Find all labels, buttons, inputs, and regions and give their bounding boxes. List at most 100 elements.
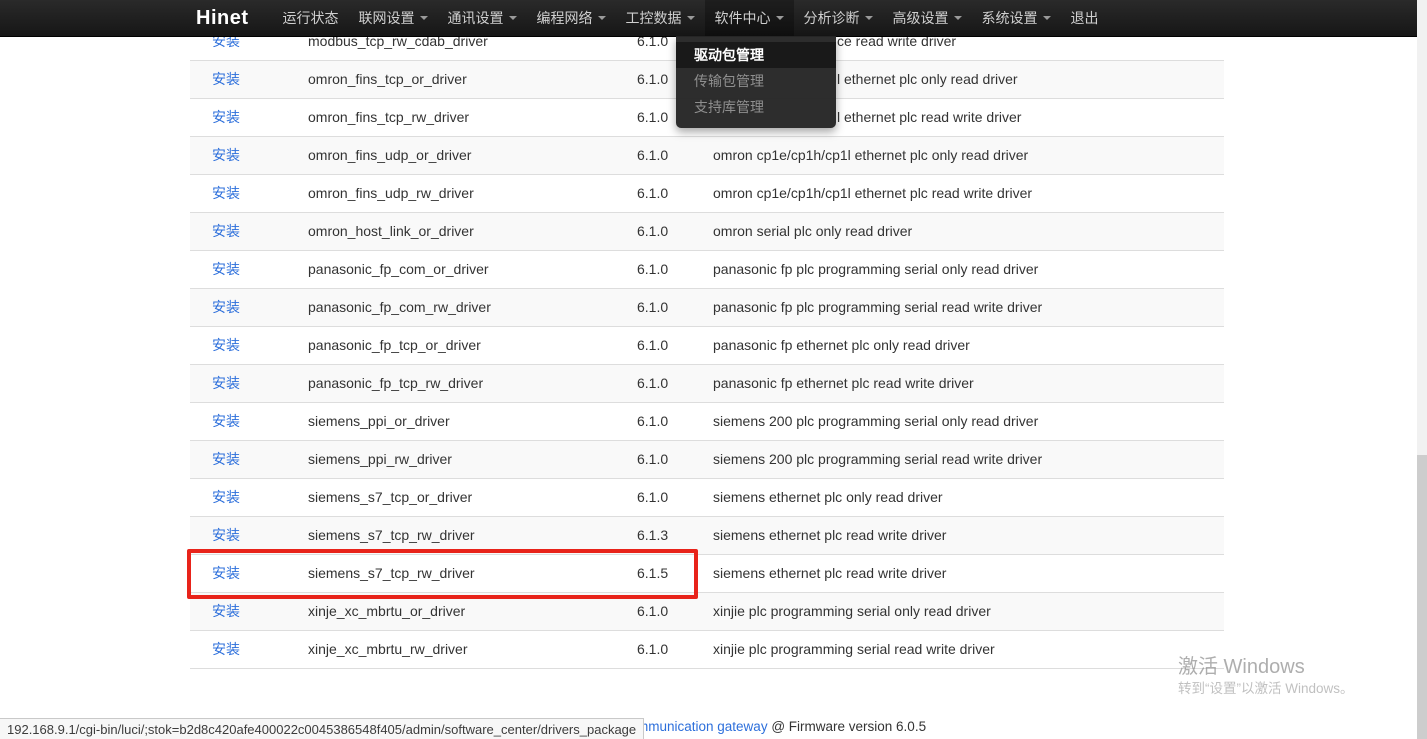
install-link[interactable]: 安装 (212, 223, 240, 239)
nav-item-2[interactable]: 通讯设置 (438, 0, 527, 36)
install-link[interactable]: 安装 (212, 565, 240, 581)
chevron-down-icon (776, 16, 784, 20)
nav-item-label: 编程网络 (537, 8, 593, 28)
table-row: 安装 panasonic_fp_com_rw_driver 6.1.0 panason… (190, 289, 1224, 327)
dropdown-item-2[interactable]: 支持库管理 (676, 94, 836, 120)
install-link[interactable]: 安装 (212, 71, 240, 87)
driver-name: panasonic_fp_com_rw_driver (308, 289, 491, 326)
install-link[interactable]: 安装 (212, 451, 240, 467)
install-link[interactable]: 安装 (212, 337, 240, 353)
nav-item-4[interactable]: 工控数据 (616, 0, 705, 36)
driver-version: 6.1.3 (637, 517, 668, 554)
driver-name: xinje_xc_mbrtu_or_driver (308, 593, 465, 630)
nav-item-0[interactable]: 运行状态 (273, 0, 349, 36)
install-cell: 安装 (212, 441, 240, 478)
install-link[interactable]: 安装 (212, 261, 240, 277)
table-row: 安装omron_fins_udp_rw_driver6.1.0omron cp1… (190, 175, 1224, 213)
install-link[interactable]: 安装 (212, 375, 240, 391)
driver-description: panasonic fp ethernet plc only read driv… (713, 327, 970, 364)
install-link[interactable]: 安装 (212, 109, 240, 125)
driver-version: 6.1.0 (637, 479, 668, 516)
install-cell: 安装 (212, 403, 240, 440)
chevron-down-icon (1043, 16, 1051, 20)
dropdown-item-0[interactable]: 驱动包管理 (676, 42, 836, 68)
nav-item-5[interactable]: 软件中心 (705, 0, 794, 36)
software-center-dropdown: 驱动包管理传输包管理支持库管理 (676, 36, 836, 128)
driver-version: 6.1.0 (637, 631, 668, 668)
dropdown-item-1[interactable]: 传输包管理 (676, 68, 836, 94)
table-row: 安装panasonic_fp_com_or_driver6.1.0panason… (190, 251, 1224, 289)
driver-name: siemens_s7_tcp_rw_driver (308, 555, 475, 592)
chevron-down-icon (687, 16, 695, 20)
driver-name: panasonic_fp_tcp_rw_driver (308, 365, 483, 402)
driver-version: 6.1.0 (637, 403, 668, 440)
driver-version: 6.1.0 (637, 365, 668, 402)
install-cell: 安装 (212, 593, 240, 630)
driver-description: siemens 200 plc programming serial only … (713, 403, 1038, 440)
install-link[interactable]: 安装 (212, 413, 240, 429)
nav-item-label: 分析诊断 (804, 8, 860, 28)
driver-name: panasonic_fp_tcp_or_driver (308, 327, 481, 364)
driver-description: siemens ethernet plc read write driver (713, 517, 946, 554)
page-footer: mmunication gateway @ Firmware version 6… (637, 719, 926, 734)
windows-watermark: 激活 Windows 转到“设置”以激活 Windows。 (1178, 655, 1354, 699)
driver-version: 6.1.0 (637, 593, 668, 630)
driver-description: panasonic fp plc programming serial read… (713, 289, 1042, 326)
chevron-down-icon (420, 16, 428, 20)
table-row: 安装 siemens_ppi_or_driver 6.1.0 siemens 200 … (190, 403, 1224, 441)
table-row: 安装panasonic_fp_tcp_rw_driver6.1.0panason… (190, 365, 1224, 403)
driver-name: omron_fins_tcp_or_driver (308, 61, 467, 98)
table-row: 安装xinje_xc_mbrtu_or_driver6.1.0xinjie pl… (190, 593, 1224, 631)
driver-description: siemens ethernet plc read write driver (713, 555, 946, 592)
vertical-scrollbar[interactable] (1417, 0, 1427, 739)
nav-item-9[interactable]: 退出 (1061, 0, 1109, 36)
install-link[interactable]: 安装 (212, 641, 240, 657)
nav-item-3[interactable]: 编程网络 (527, 0, 616, 36)
nav-item-6[interactable]: 分析诊断 (794, 0, 883, 36)
watermark-subtitle: 转到“设置”以激活 Windows。 (1178, 679, 1354, 699)
install-link[interactable]: 安装 (212, 603, 240, 619)
install-link[interactable]: 安装 (212, 489, 240, 505)
driver-version: 6.1.0 (637, 251, 668, 288)
install-link[interactable]: 安装 (212, 147, 240, 163)
brand-logo[interactable]: Hinet (196, 7, 249, 30)
driver-description: siemens 200 plc programming serial read … (713, 441, 1042, 478)
install-cell: 安装 (212, 99, 240, 136)
driver-name: omron_host_link_or_driver (308, 213, 474, 250)
nav-item-8[interactable]: 系统设置 (972, 0, 1061, 36)
install-link[interactable]: 安装 (212, 527, 240, 543)
driver-name: panasonic_fp_com_or_driver (308, 251, 489, 288)
install-link[interactable]: 安装 (212, 299, 240, 315)
nav-item-label: 联网设置 (359, 8, 415, 28)
table-row: 安装 panasonic_fp_tcp_or_driver 6.1.0 panason… (190, 327, 1224, 365)
chevron-down-icon (598, 16, 606, 20)
gateway-link[interactable]: mmunication gateway (637, 719, 768, 734)
scrollbar-thumb[interactable] (1417, 455, 1427, 739)
install-link[interactable]: 安装 (212, 185, 240, 201)
install-cell: 安装 (212, 631, 240, 668)
driver-version: 6.1.0 (637, 289, 668, 326)
nav-item-label: 运行状态 (283, 8, 339, 28)
nav-item-1[interactable]: 联网设置 (349, 0, 438, 36)
install-cell: 安装 (212, 555, 240, 592)
table-row: 安装omron_fins_udp_or_driver6.1.0omron cp1… (190, 137, 1224, 175)
install-cell: 安装 (212, 61, 240, 98)
nav-item-label: 工控数据 (626, 8, 682, 28)
driver-name: xinje_xc_mbrtu_rw_driver (308, 631, 468, 668)
install-cell: 安装 (212, 365, 240, 402)
chevron-down-icon (954, 16, 962, 20)
driver-description: xinjie plc programming serial read write… (713, 631, 995, 668)
driver-description: omron cp1e/cp1h/cp1l ethernet plc read w… (713, 175, 1032, 212)
browser-status-url: 192.168.9.1/cgi-bin/luci/;stok=b2d8c420a… (0, 718, 644, 739)
watermark-title: 激活 Windows (1178, 655, 1354, 679)
install-cell: 安装 (212, 137, 240, 174)
driver-name: siemens_ppi_or_driver (308, 403, 450, 440)
firmware-version-text: @ Firmware version 6.0.5 (768, 719, 927, 734)
nav-item-label: 高级设置 (893, 8, 949, 28)
driver-name: omron_fins_udp_or_driver (308, 137, 471, 174)
table-row: 安装siemens_s7_tcp_rw_driver6.1.3siemens e… (190, 517, 1224, 555)
table-row: 安装siemens_s7_tcp_rw_driver6.1.5siemens e… (190, 555, 1224, 593)
driver-version: 6.1.0 (637, 327, 668, 364)
nav-item-7[interactable]: 高级设置 (883, 0, 972, 36)
install-cell: 安装 (212, 175, 240, 212)
